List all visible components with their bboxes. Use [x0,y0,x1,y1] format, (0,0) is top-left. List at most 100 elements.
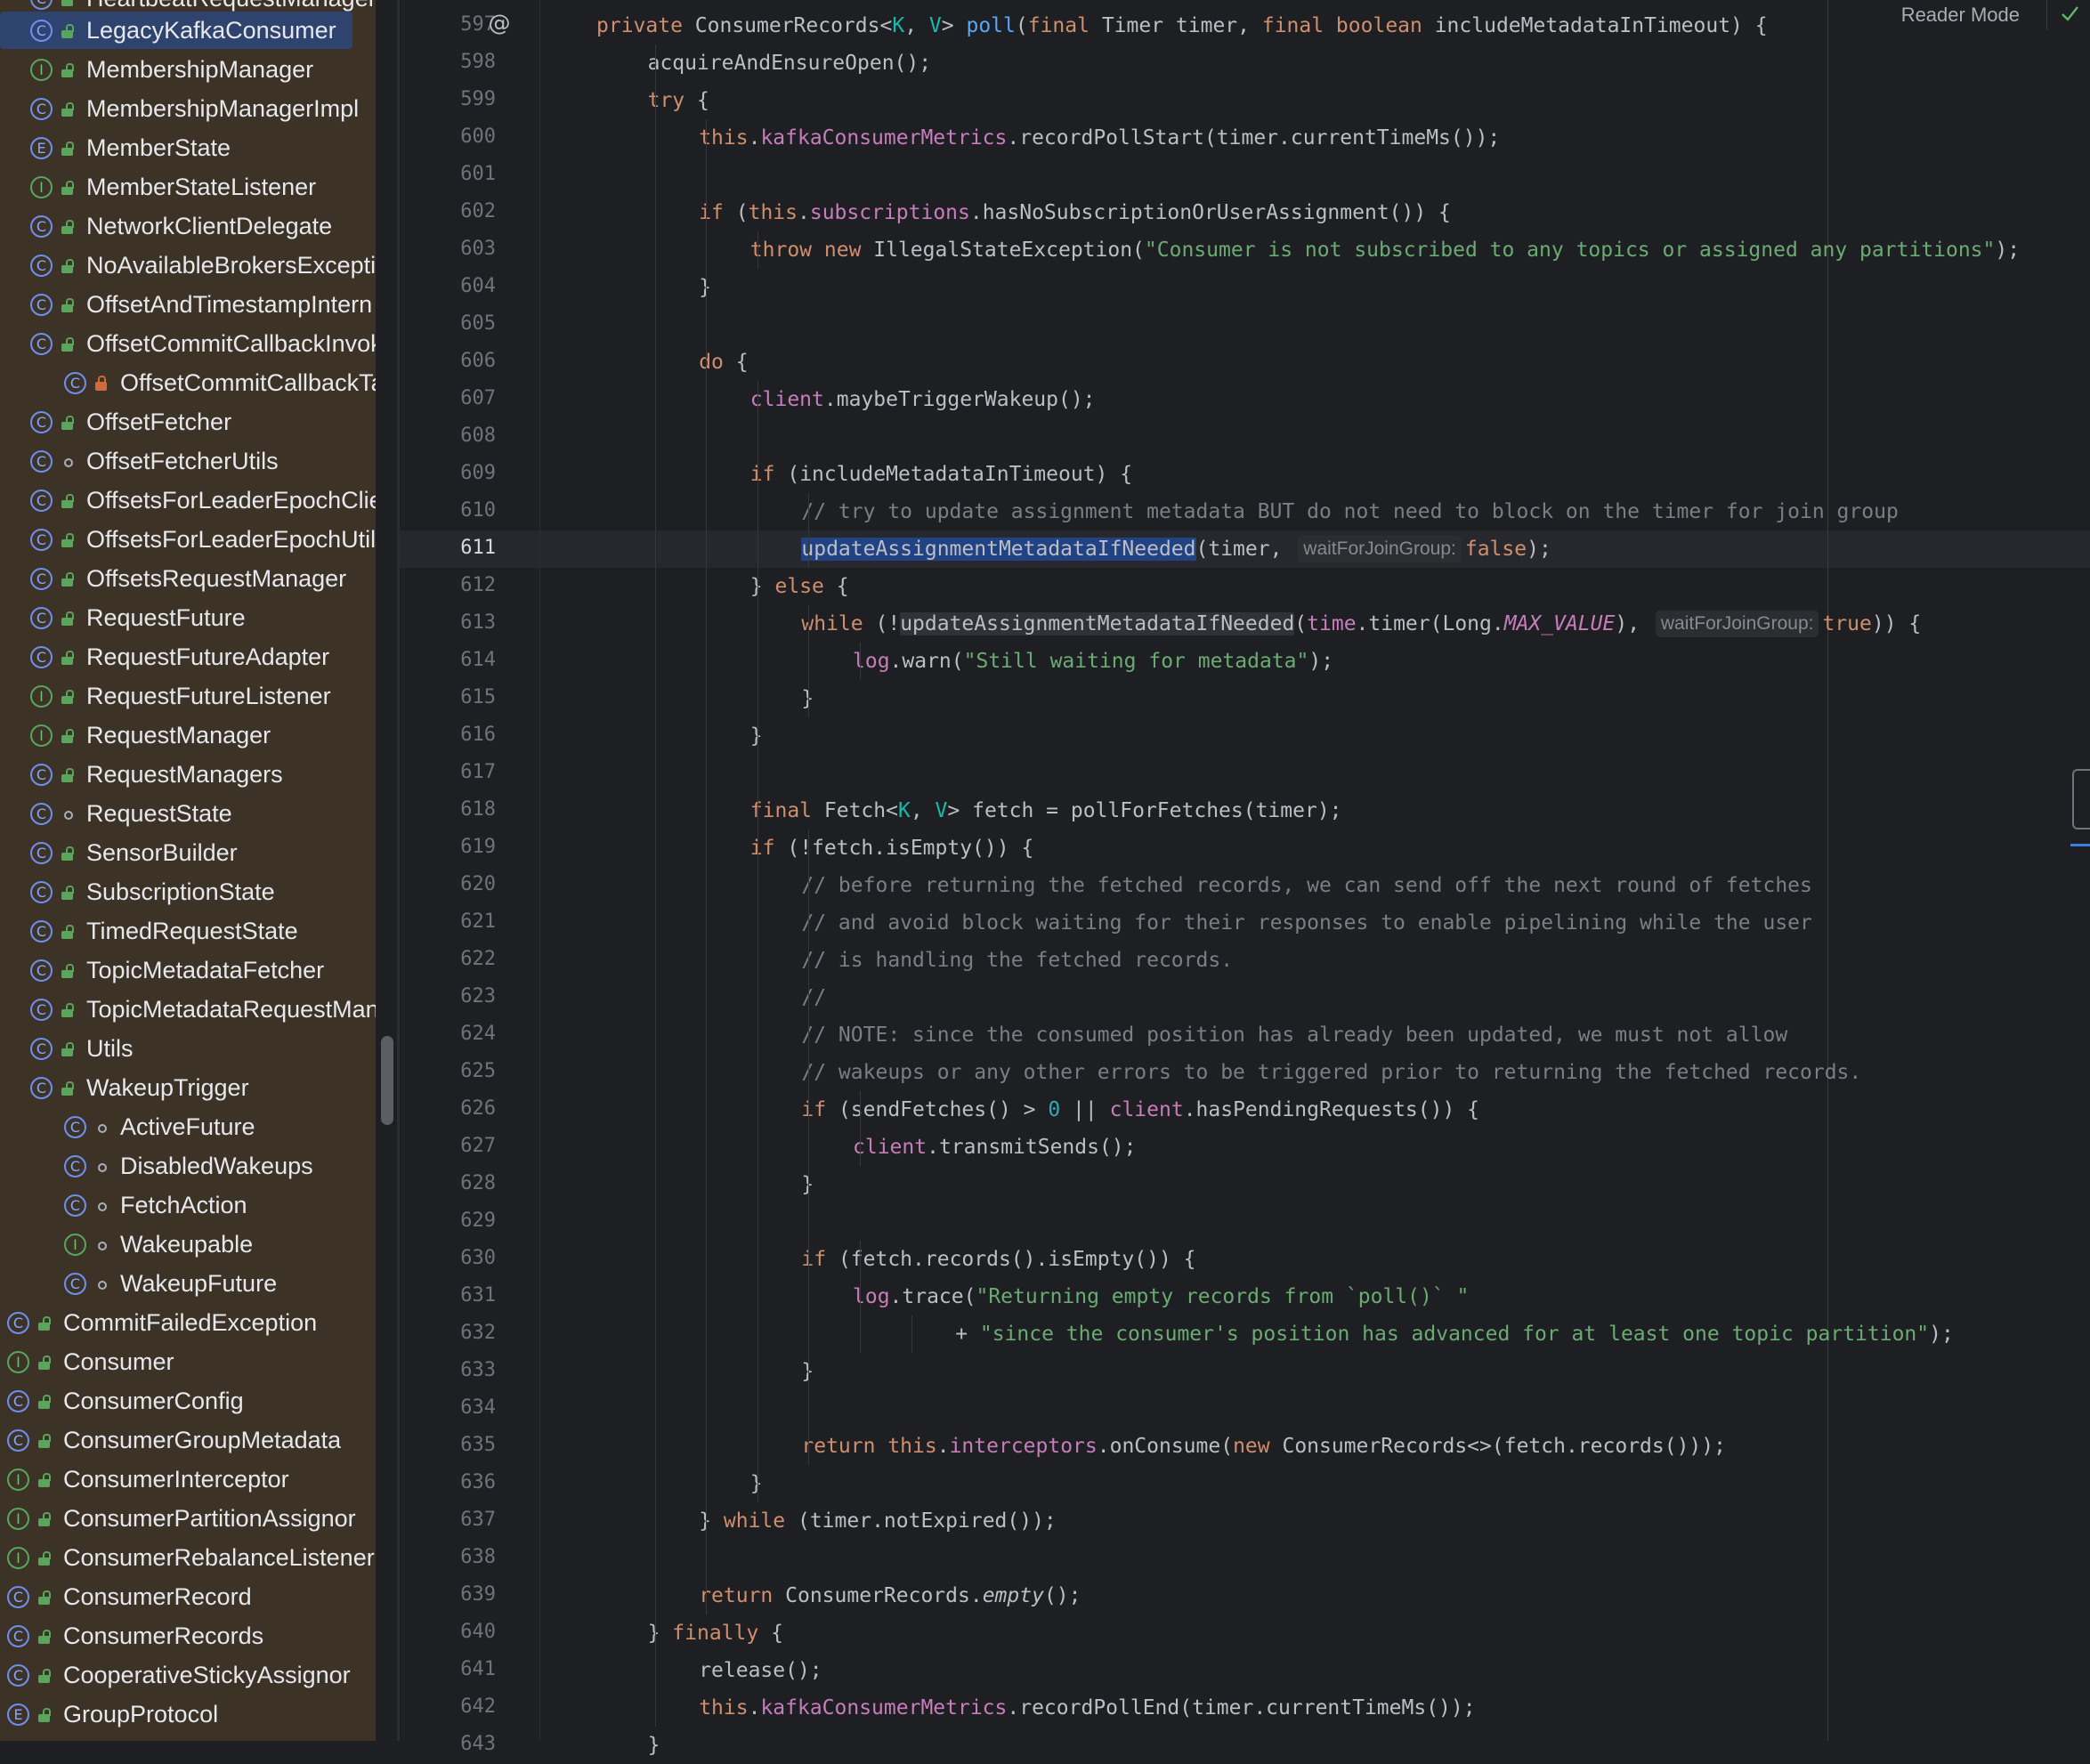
line-number[interactable]: 607 [416,387,496,409]
code-line[interactable]: log.trace("Returning empty records from … [853,1278,1469,1315]
line-number[interactable]: 625 [416,1060,496,1082]
code-line[interactable]: client.transmitSends(); [853,1129,1137,1166]
line-number[interactable]: 623 [416,985,496,1007]
code-line[interactable]: } finally { [648,1614,783,1652]
code-line[interactable]: } [801,680,814,717]
line-number[interactable]: 617 [416,761,496,783]
reader-mode-button[interactable]: Reader Mode [1901,4,2020,27]
code-line[interactable]: } [750,717,763,755]
tree-item[interactable]: C OffsetCommitCallbackInvok [0,326,376,361]
code-line[interactable]: return this.interceptors.onConsume(new C… [801,1428,1726,1465]
line-number[interactable]: 597 [416,13,496,36]
tree-item[interactable]: C LegacyKafkaConsumer [0,12,376,49]
code-line[interactable]: throw new IllegalStateException("Consume… [750,231,2020,269]
override-marker-icon[interactable]: @ [486,10,513,36]
tree-item[interactable]: C NoAvailableBrokersExceptio [0,247,376,283]
tree-item[interactable]: C OffsetsRequestManager [0,561,376,596]
line-number[interactable]: 621 [416,910,496,933]
code-line[interactable]: } while (timer.notExpired()); [699,1502,1057,1540]
tree-item[interactable]: C TopicMetadataFetcher [0,952,376,988]
tree-item[interactable]: C ConsumerRecords [0,1618,376,1654]
line-number[interactable]: 612 [416,574,496,596]
tree-item[interactable]: C ConsumerGroupMetadata [0,1422,376,1458]
line-number[interactable]: 631 [416,1284,496,1307]
line-number[interactable]: 618 [416,798,496,821]
line-number[interactable]: 604 [416,275,496,297]
tree-item[interactable]: I RequestFutureListener [0,678,376,714]
line-number[interactable]: 610 [416,499,496,522]
line-number[interactable]: 630 [416,1247,496,1269]
code-line[interactable]: } [801,1166,814,1203]
tree-item[interactable]: I ConsumerPartitionAssignor [0,1501,376,1536]
tree-item[interactable]: C CommitFailedException [0,1305,376,1340]
tree-item[interactable]: C OffsetFetcherUtils [0,443,376,479]
code-line[interactable]: } [801,1353,814,1390]
tree-item[interactable]: C NetworkClientDelegate [0,208,376,244]
line-number[interactable]: 619 [416,836,496,858]
tree-item[interactable]: C OffsetCommitCallbackTa [0,365,376,401]
tree-item[interactable]: I Consumer [0,1344,376,1380]
tree-item[interactable]: E MemberState [0,130,376,166]
line-number[interactable]: 627 [416,1135,496,1157]
inspection-ok-icon[interactable] [2060,4,2079,23]
project-tree-scrollbar[interactable] [381,1036,393,1125]
code-line[interactable]: // is handling the fetched records. [801,942,1233,979]
tree-item[interactable]: C SensorBuilder [0,835,376,870]
code-editor[interactable]: 597 598 599 600 601 602 603 604 605 606 607 608 609 6… [400,0,2090,1757]
line-number-gutter[interactable]: 597 598 599 600 601 602 603 604 605 606 607 608 609 6… [400,0,539,1755]
code-line[interactable]: acquireAndEnsureOpen(); [648,45,932,82]
tree-item[interactable]: C RequestManagers [0,757,376,792]
code-line[interactable]: } [750,1465,763,1502]
line-number[interactable]: 639 [416,1583,496,1606]
tree-item[interactable]: E GroupProtocol [0,1696,376,1732]
tree-item[interactable]: C ConsumerRecord [0,1579,376,1614]
tree-item[interactable]: C WakeupFuture [0,1266,376,1301]
code-line[interactable]: release(); [699,1652,822,1689]
line-number[interactable]: 601 [416,163,496,185]
line-number[interactable]: 620 [416,873,496,895]
code-line[interactable]: } [699,269,711,306]
code-line[interactable]: if (sendFetches() > 0 || client.hasPendi… [801,1091,1479,1129]
code-line[interactable]: // before returning the fetched records,… [801,867,1811,904]
line-number[interactable]: 626 [416,1097,496,1120]
code-line[interactable]: } else { [750,568,849,605]
tree-item[interactable]: C SubscriptionState [0,874,376,910]
line-number[interactable]: 622 [416,948,496,970]
tree-item[interactable]: C RequestFuture [0,600,376,635]
code-line[interactable]: this.kafkaConsumerMetrics.recordPollEnd(… [699,1689,1475,1727]
line-number[interactable]: 638 [416,1546,496,1568]
line-number[interactable]: 624 [416,1023,496,1045]
line-number[interactable]: 608 [416,425,496,447]
tree-item[interactable]: C CooperativeStickyAssignor [0,1657,376,1693]
code-line[interactable]: // wakeups or any other errors to be tri… [801,1054,1861,1091]
tree-item[interactable]: I Wakeupable [0,1226,376,1262]
tree-item[interactable]: I MemberStateListener [0,169,376,205]
line-number[interactable]: 609 [416,462,496,484]
line-number[interactable]: 637 [416,1509,496,1531]
line-number[interactable]: 611 [416,537,496,559]
code-line[interactable]: if (!fetch.isEmpty()) { [750,829,1034,867]
code-line[interactable]: if (includeMetadataInTimeout) { [750,456,1132,493]
line-number[interactable]: 635 [416,1434,496,1456]
line-number[interactable]: 643 [416,1733,496,1755]
tree-item[interactable]: C Utils [0,1031,376,1066]
tree-item[interactable]: C OffsetsForLeaderEpochClie [0,482,376,518]
code-line[interactable]: final Fetch<K, V> fetch = pollForFetches… [750,792,1342,829]
line-number[interactable]: 614 [416,649,496,671]
tree-item[interactable]: C ConsumerConfig [0,1383,376,1419]
line-number[interactable]: 598 [416,51,496,73]
tree-item[interactable]: C RequestFutureAdapter [0,639,376,675]
code-line[interactable]: this.kafkaConsumerMetrics.recordPollStar… [699,119,1500,157]
line-number[interactable]: 633 [416,1359,496,1381]
code-line[interactable]: } [648,1727,660,1764]
tree-item[interactable]: C RequestState [0,796,376,831]
tree-item[interactable]: C TimedRequestState [0,913,376,949]
code-line[interactable]: return ConsumerRecords.empty(); [699,1577,1081,1614]
line-number[interactable]: 599 [416,88,496,110]
line-number[interactable]: 616 [416,724,496,746]
line-number[interactable]: 629 [416,1210,496,1232]
line-number[interactable]: 600 [416,125,496,148]
tree-item[interactable]: C WakeupTrigger [0,1070,376,1105]
tree-item[interactable]: I MembershipManager [0,52,376,87]
line-number[interactable]: 606 [416,350,496,372]
